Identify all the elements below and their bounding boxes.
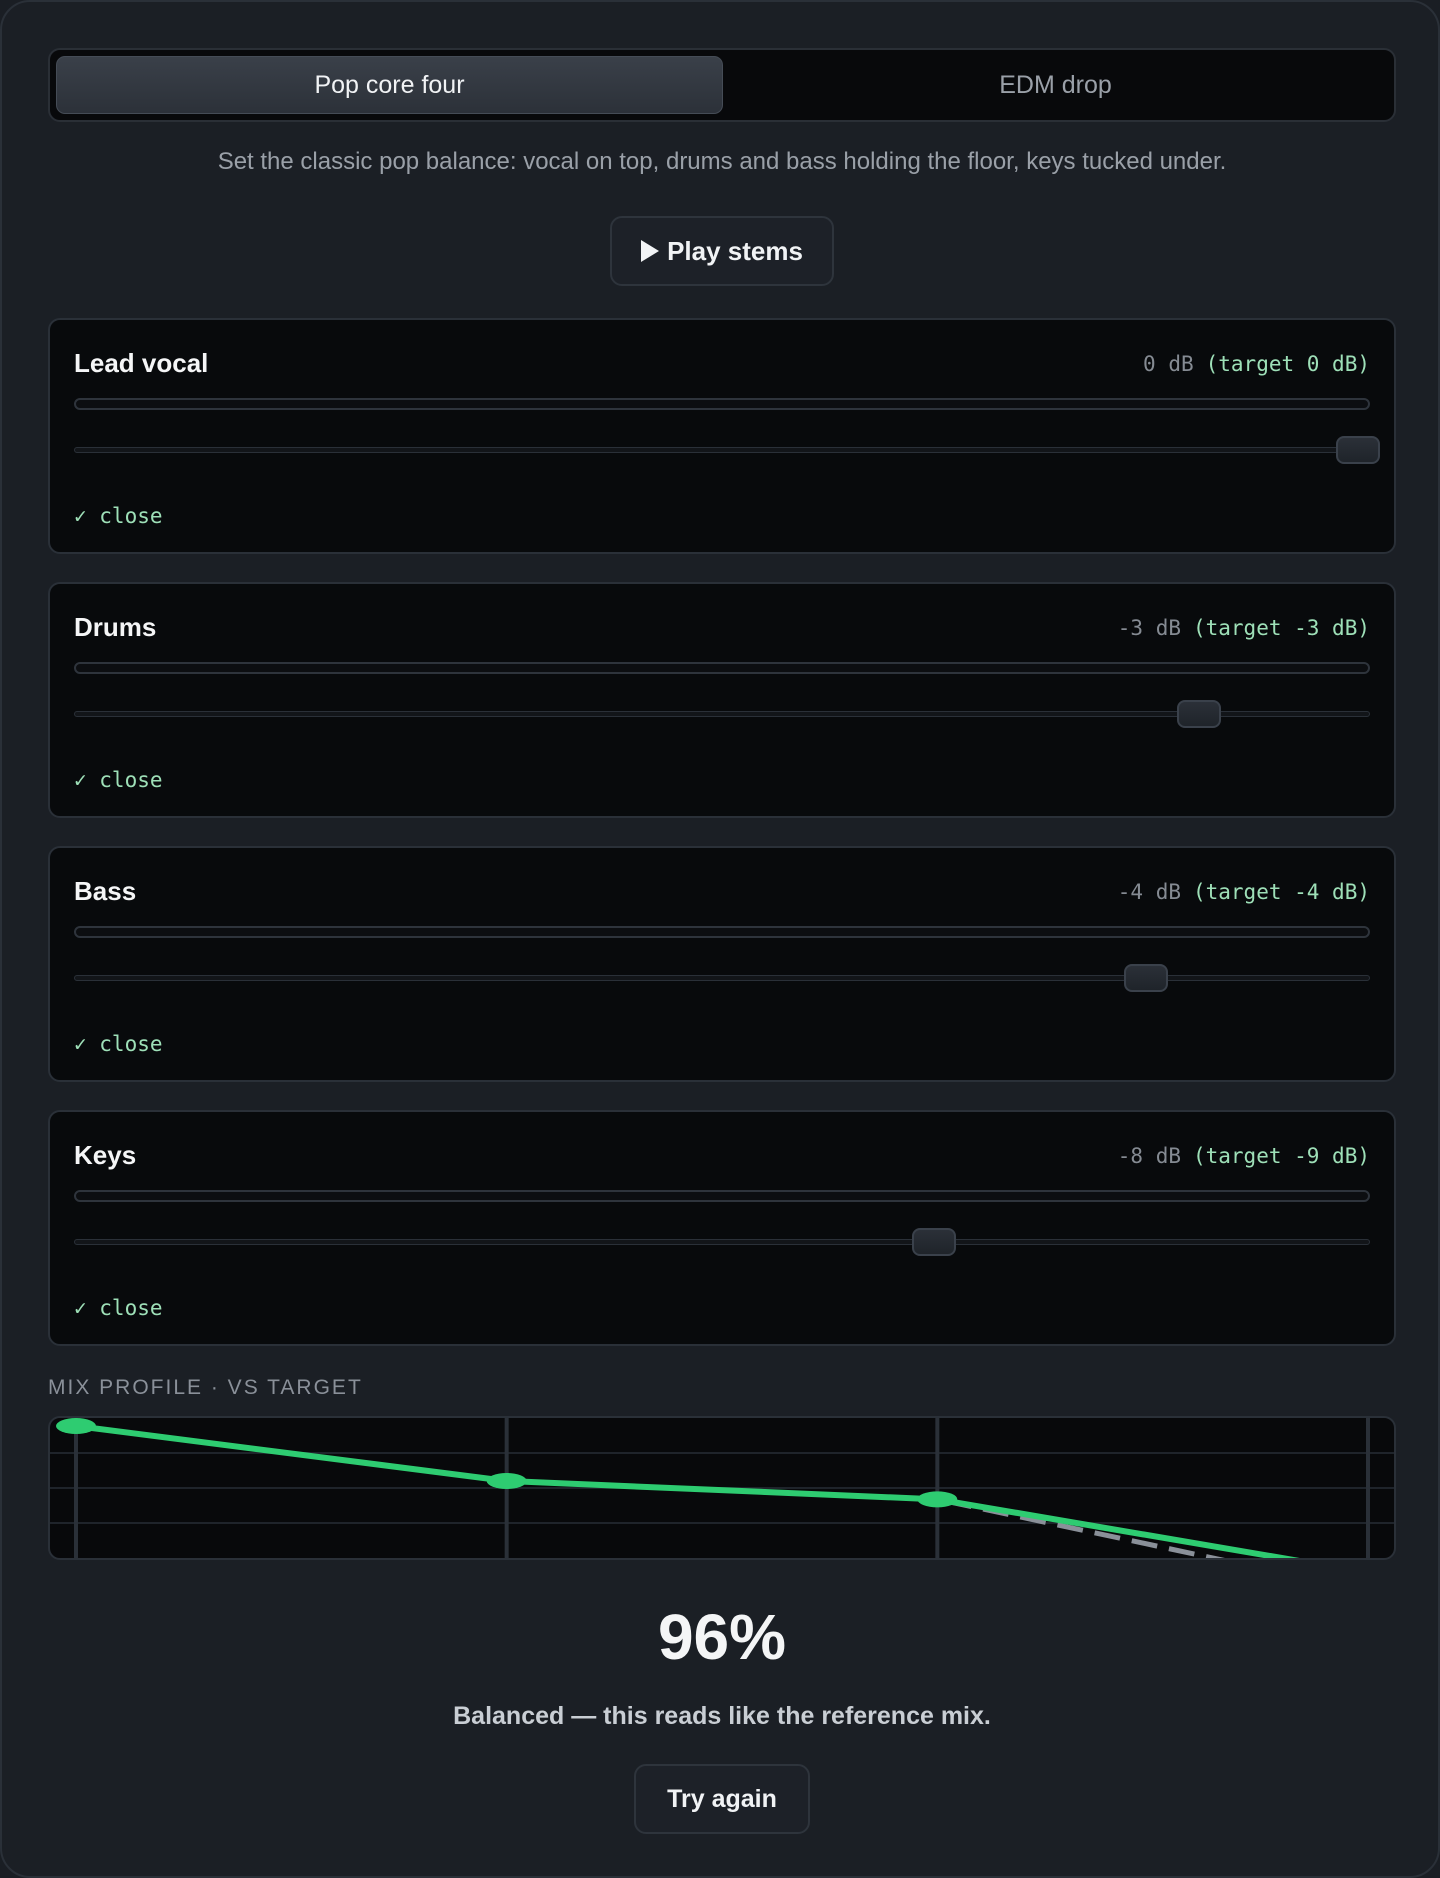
stem-level-meter	[74, 662, 1370, 674]
stem-fader-track[interactable]	[74, 1239, 1370, 1245]
stem-card-keys: Keys -8 dB (target -9 dB) ✓ close	[48, 1110, 1396, 1346]
play-stems-button[interactable]: Play stems	[610, 216, 834, 286]
profile-point	[917, 1491, 958, 1508]
stem-status: ✓ close	[74, 1032, 163, 1056]
stem-fader-thumb[interactable]	[1336, 436, 1380, 464]
profile-point	[56, 1418, 96, 1434]
stem-current-db: 0 dB	[1143, 352, 1194, 376]
stem-status: ✓ close	[74, 1296, 163, 1320]
stem-name: Lead vocal	[74, 348, 209, 378]
stem-target-db: (target -3 dB)	[1192, 616, 1370, 640]
mix-profile-plot	[50, 1418, 1394, 1558]
mix-profile-label: MIX PROFILE · VS TARGET	[48, 1376, 363, 1399]
try-again-button[interactable]: Try again	[634, 1764, 810, 1834]
stem-fader-track[interactable]	[74, 975, 1370, 981]
stem-fader-track[interactable]	[74, 711, 1370, 717]
stem-target-db: (target -9 dB)	[1192, 1144, 1370, 1168]
stem-name: Bass	[74, 876, 137, 906]
stem-target-db: (target -4 dB)	[1192, 880, 1370, 904]
stem-target-db: (target 0 dB)	[1205, 352, 1370, 376]
tab-pop-core-four[interactable]: Pop core four	[56, 56, 723, 114]
stem-db-readout: -8 dB (target -9 dB)	[1118, 1144, 1370, 1168]
stem-name: Drums	[74, 612, 157, 642]
tab-edm-drop[interactable]: EDM drop	[723, 56, 1388, 114]
stem-current-db: -4 dB	[1117, 880, 1181, 904]
stem-card-bass: Bass -4 dB (target -4 dB) ✓ close	[48, 846, 1396, 1082]
profile-point	[486, 1473, 527, 1489]
preset-tabs: Pop core four EDM drop	[48, 48, 1396, 122]
stem-status: ✓ close	[74, 504, 163, 528]
play-icon	[641, 240, 660, 262]
stem-card-drums: Drums -3 dB (target -3 dB) ✓ close	[48, 582, 1396, 818]
stem-fader-thumb[interactable]	[912, 1228, 956, 1256]
stem-status: ✓ close	[74, 768, 163, 792]
stem-current-db: -3 dB	[1117, 616, 1181, 640]
profile-current-line	[73, 1423, 1300, 1558]
stem-fader-thumb[interactable]	[1177, 700, 1221, 728]
stem-fader-track[interactable]	[74, 447, 1370, 453]
stem-fader-thumb[interactable]	[1124, 964, 1168, 992]
mix-verdict: Balanced — this reads like the reference…	[453, 1702, 991, 1730]
stem-db-readout: -3 dB (target -3 dB)	[1118, 616, 1370, 640]
mix-panel: Pop core four EDM drop Set the classic p…	[0, 0, 1440, 1878]
play-stems-label: Play stems	[667, 235, 803, 266]
stem-card-lead-vocal: Lead vocal 0 dB (target 0 dB) ✓ close	[48, 318, 1396, 554]
stem-level-meter	[74, 1190, 1370, 1202]
stem-db-readout: -4 dB (target -4 dB)	[1118, 880, 1370, 904]
stem-name: Keys	[74, 1140, 137, 1170]
stem-level-meter	[74, 398, 1370, 410]
stem-level-meter	[74, 926, 1370, 938]
mix-profile-chart	[48, 1416, 1396, 1560]
preset-description: Set the classic pop balance: vocal on to…	[217, 148, 1227, 175]
stem-db-readout: 0 dB (target 0 dB)	[1143, 352, 1370, 376]
mix-score: 96%	[657, 1601, 787, 1673]
stem-current-db: -8 dB	[1117, 1144, 1181, 1168]
